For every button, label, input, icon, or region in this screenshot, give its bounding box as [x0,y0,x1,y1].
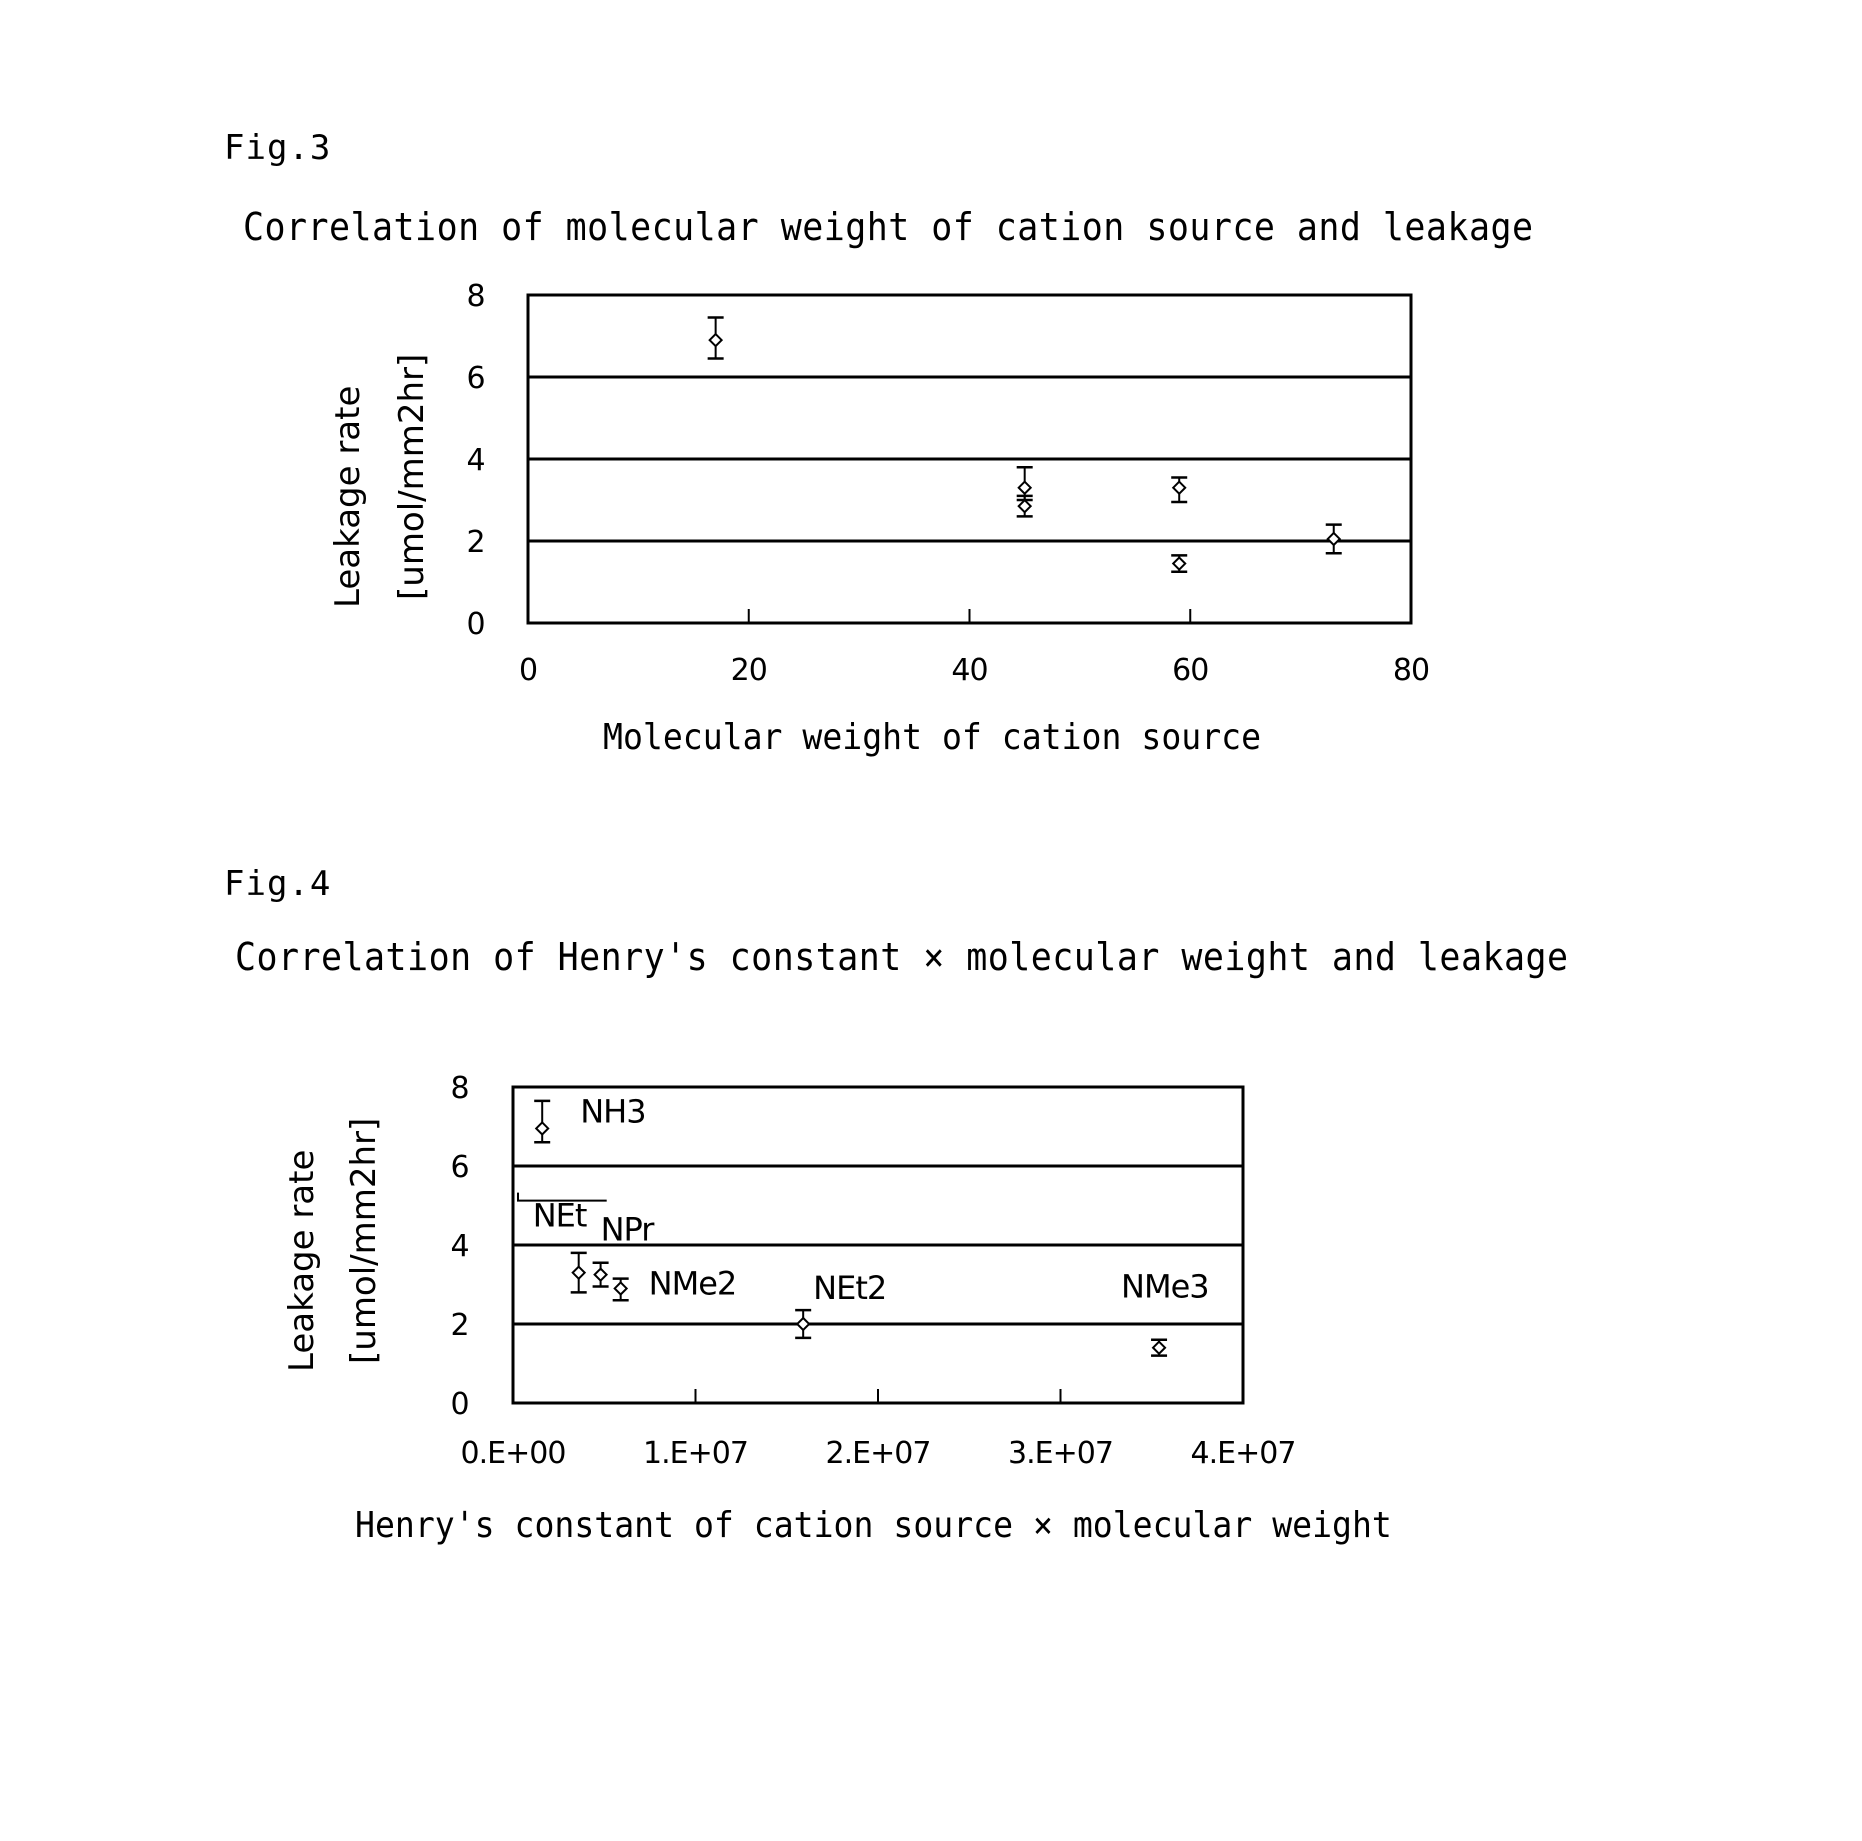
fig4-ytick-label: 4 [450,1229,469,1264]
fig4-data-point [795,1316,811,1332]
fig4-data-point [1151,1340,1167,1356]
fig4-ytick-label: 0 [450,1387,469,1422]
fig4-data-point [534,1121,550,1136]
fig4-point-label: NEt2 [813,1269,886,1307]
fig4-ytick-label: 8 [450,1071,469,1106]
fig4-ytick-label: 2 [450,1308,469,1343]
fig4-data-point [571,1265,587,1281]
fig4-data-point [613,1281,629,1296]
fig4-xtick-label: 0.E+00 [461,1436,566,1471]
fig4-xtick-label: 3.E+07 [1008,1436,1113,1471]
fig4-xtick-label: 2.E+07 [826,1436,931,1471]
fig4-point-label: NPr [601,1211,656,1249]
fig4-point-label: NMe2 [649,1264,737,1302]
fig4-chart: 0 2 4 6 8 0.E+00 1.E+07 2.E+07 3.E+07 4.E+07 NH3 NE… [450,1071,1296,1471]
fig4-xtick-label: 4.E+07 [1191,1436,1296,1471]
fig4-point-label: NMe3 [1121,1268,1209,1306]
fig4-data-point [593,1267,609,1283]
fig4-point-label: NEt [533,1197,587,1235]
fig4-ytick-label: 6 [450,1150,469,1185]
fig4-point-label: NH3 [580,1092,645,1130]
fig4-xtick-label: 1.E+07 [643,1436,748,1471]
